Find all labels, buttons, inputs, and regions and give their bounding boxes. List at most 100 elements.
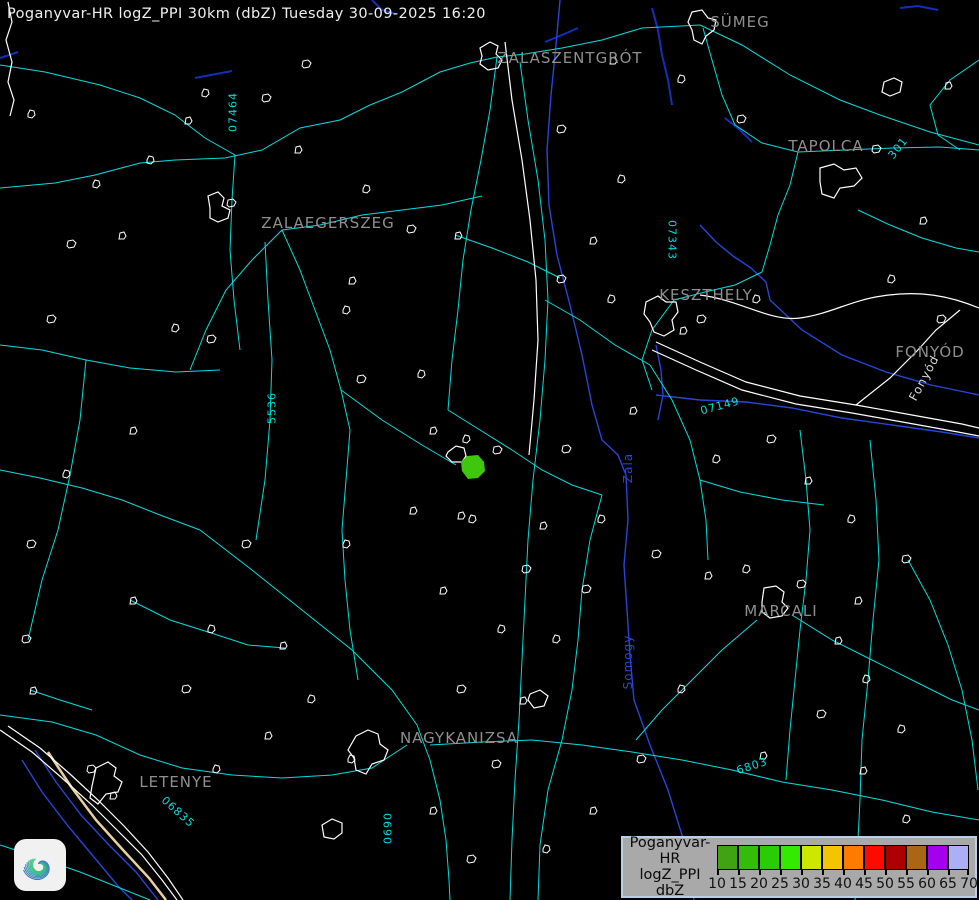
railway-line: [505, 42, 538, 455]
scale-tick: [843, 870, 845, 875]
settlement-outline: [322, 819, 342, 839]
settlement-mark: [182, 685, 191, 693]
settlement-mark: [357, 375, 366, 383]
settlement-mark: [598, 515, 605, 523]
road-line: [256, 242, 272, 540]
settlement-mark: [562, 445, 571, 453]
river-line-dark: [725, 118, 752, 142]
river-line: [656, 345, 663, 420]
city-label-tapolca: TAPOLCA: [788, 137, 863, 155]
road-line: [340, 57, 497, 120]
map-canvas: [0, 0, 979, 900]
radar-title: Poganyvar-HR logZ_PPI 30km (dbZ) Tuesday…: [7, 6, 486, 22]
scale-tick: [822, 870, 824, 875]
settlement-mark: [553, 635, 560, 643]
scale-tick: [801, 870, 803, 875]
road-line: [510, 62, 548, 900]
color-scale-cell: [739, 846, 760, 869]
road-line: [642, 300, 674, 390]
color-scale-cell: [928, 846, 949, 869]
settlement-mark: [308, 695, 315, 703]
settlement-mark: [302, 60, 311, 68]
road-line: [341, 390, 456, 465]
road-number-label: 07464: [227, 92, 240, 132]
settlement-mark: [797, 580, 806, 588]
city-label-zalaegerszeg: ZALAEGERSZEG: [261, 214, 394, 232]
spiral-logo-icon: [14, 839, 66, 891]
scale-tick: [906, 870, 908, 875]
scale-tick: [948, 870, 950, 875]
scale-tick: [780, 870, 782, 875]
settlement-mark: [458, 512, 465, 519]
settlement-mark: [898, 725, 905, 733]
settlement-mark: [678, 75, 685, 83]
settlement-mark: [743, 565, 750, 573]
settlement-mark: [543, 845, 550, 853]
settlement-mark: [147, 156, 154, 164]
color-scale-cell: [823, 846, 844, 869]
settlement-mark: [469, 515, 476, 523]
settlement-mark: [540, 522, 547, 529]
river-line-dark: [652, 8, 672, 105]
river-line-dark: [195, 71, 232, 78]
color-scale-cell: [802, 846, 823, 869]
road-line: [28, 360, 86, 640]
settlement-mark: [863, 675, 870, 683]
settlement-mark: [557, 275, 566, 283]
settlement-mark: [119, 232, 126, 239]
road-line: [636, 620, 757, 740]
scale-tick: [717, 870, 719, 875]
road-line: [762, 152, 798, 272]
settlement-mark: [410, 507, 417, 514]
color-scale-cell: [760, 846, 781, 869]
settlement-mark: [407, 225, 416, 233]
legend-product: logZ_PPI: [623, 867, 717, 883]
settlement-mark: [363, 185, 370, 193]
road-line: [650, 365, 708, 560]
color-scale-cell: [907, 846, 928, 869]
color-scale-bar: [717, 845, 969, 870]
color-scale-cell: [949, 846, 968, 869]
road-line: [930, 60, 979, 150]
city-label-marcali: MARCALI: [744, 602, 817, 620]
river-line: [547, 0, 694, 900]
scale-tick: [759, 870, 761, 875]
settlement-mark: [767, 435, 776, 443]
legend-caption: Poganyvar-HR logZ_PPI dbZ: [623, 835, 717, 899]
river-line-dark: [545, 28, 578, 42]
radar-echo-blob: [461, 455, 485, 479]
settlement-mark: [457, 685, 466, 693]
settlement-mark: [455, 232, 462, 239]
settlement-mark: [295, 146, 302, 153]
settlement-mark: [349, 277, 356, 284]
road-line: [30, 690, 92, 710]
city-label-zalaszentgrót: ZALASZENTGRÓT: [497, 49, 642, 67]
settlement-mark: [902, 555, 911, 563]
city-label-keszthely: KESZTHELY: [659, 286, 753, 304]
settlement-mark: [590, 807, 597, 814]
settlement-mark: [498, 625, 505, 633]
settlement-mark: [30, 687, 37, 694]
city-label-nagykanizsa: NAGYKANIZSA: [400, 729, 518, 747]
settlement-mark: [557, 125, 566, 133]
settlement-mark: [493, 446, 502, 454]
settlement-mark: [87, 765, 96, 773]
settlement-mark: [93, 180, 100, 188]
settlement-mark: [680, 327, 687, 334]
settlement-mark: [463, 435, 470, 443]
legend-unit: dbZ: [623, 883, 717, 899]
settlement-mark: [652, 550, 661, 558]
settlement-mark: [492, 760, 501, 768]
road-line: [282, 230, 350, 430]
radar-app-logo: [14, 839, 66, 891]
road-line: [417, 725, 450, 900]
road-line: [703, 28, 798, 152]
road-line: [448, 57, 497, 410]
settlement-mark: [262, 94, 271, 102]
settlement-mark: [207, 335, 216, 343]
road-line: [908, 560, 978, 790]
settlement-mark: [817, 710, 826, 718]
road-line: [545, 300, 650, 365]
settlement-mark: [343, 306, 350, 314]
settlement-outline: [348, 730, 388, 774]
